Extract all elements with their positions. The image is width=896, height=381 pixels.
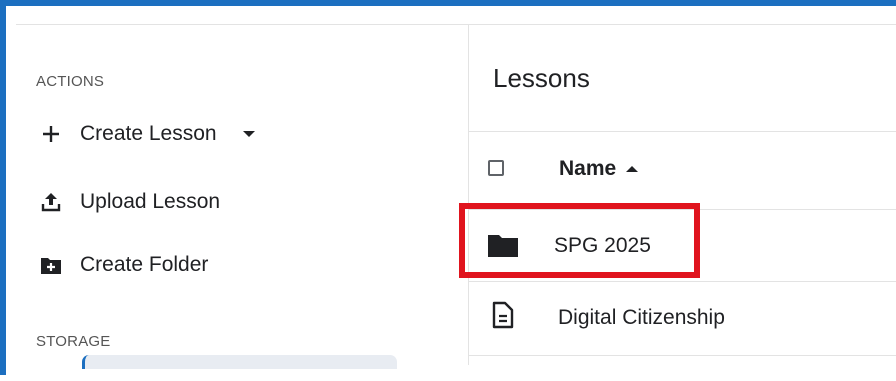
row-divider — [469, 281, 896, 282]
upload-lesson-button[interactable]: Upload Lesson — [40, 187, 220, 217]
create-folder-button[interactable]: Create Folder — [40, 250, 208, 280]
create-lesson-button[interactable]: Create Lesson — [40, 119, 255, 149]
plus-icon — [40, 123, 62, 145]
actions-heading: ACTIONS — [36, 73, 105, 90]
folder-icon — [487, 229, 519, 261]
lessons-panel: Lessons Name SPG 2025 Digital Citizenshi… — [469, 25, 896, 381]
row-divider — [469, 355, 896, 356]
upload-icon — [40, 191, 62, 213]
table-row[interactable]: Digital Citizenship — [469, 287, 896, 347]
create-lesson-label: Create Lesson — [80, 122, 217, 145]
sidebar: ACTIONS Create Lesson Upload Lesson Crea… — [12, 25, 468, 381]
row-name: SPG 2025 — [554, 234, 651, 257]
storage-item[interactable] — [82, 355, 397, 369]
name-column-label: Name — [559, 157, 617, 180]
create-folder-icon — [40, 254, 62, 276]
storage-heading: STORAGE — [36, 333, 111, 350]
table-row[interactable]: SPG 2025 — [469, 217, 896, 277]
create-folder-label: Create Folder — [80, 253, 209, 276]
app-window: ACTIONS Create Lesson Upload Lesson Crea… — [0, 0, 896, 381]
name-column-header[interactable]: Name — [559, 157, 639, 181]
page-title: Lessons — [493, 63, 590, 93]
table-header-divider — [469, 209, 896, 210]
document-icon — [487, 299, 519, 331]
sort-ascending-icon — [626, 166, 639, 172]
row-name: Digital Citizenship — [558, 306, 725, 329]
chevron-down-icon[interactable] — [242, 131, 255, 137]
upload-lesson-label: Upload Lesson — [80, 190, 221, 213]
select-all-checkbox[interactable] — [488, 160, 504, 176]
header-divider — [469, 131, 896, 132]
